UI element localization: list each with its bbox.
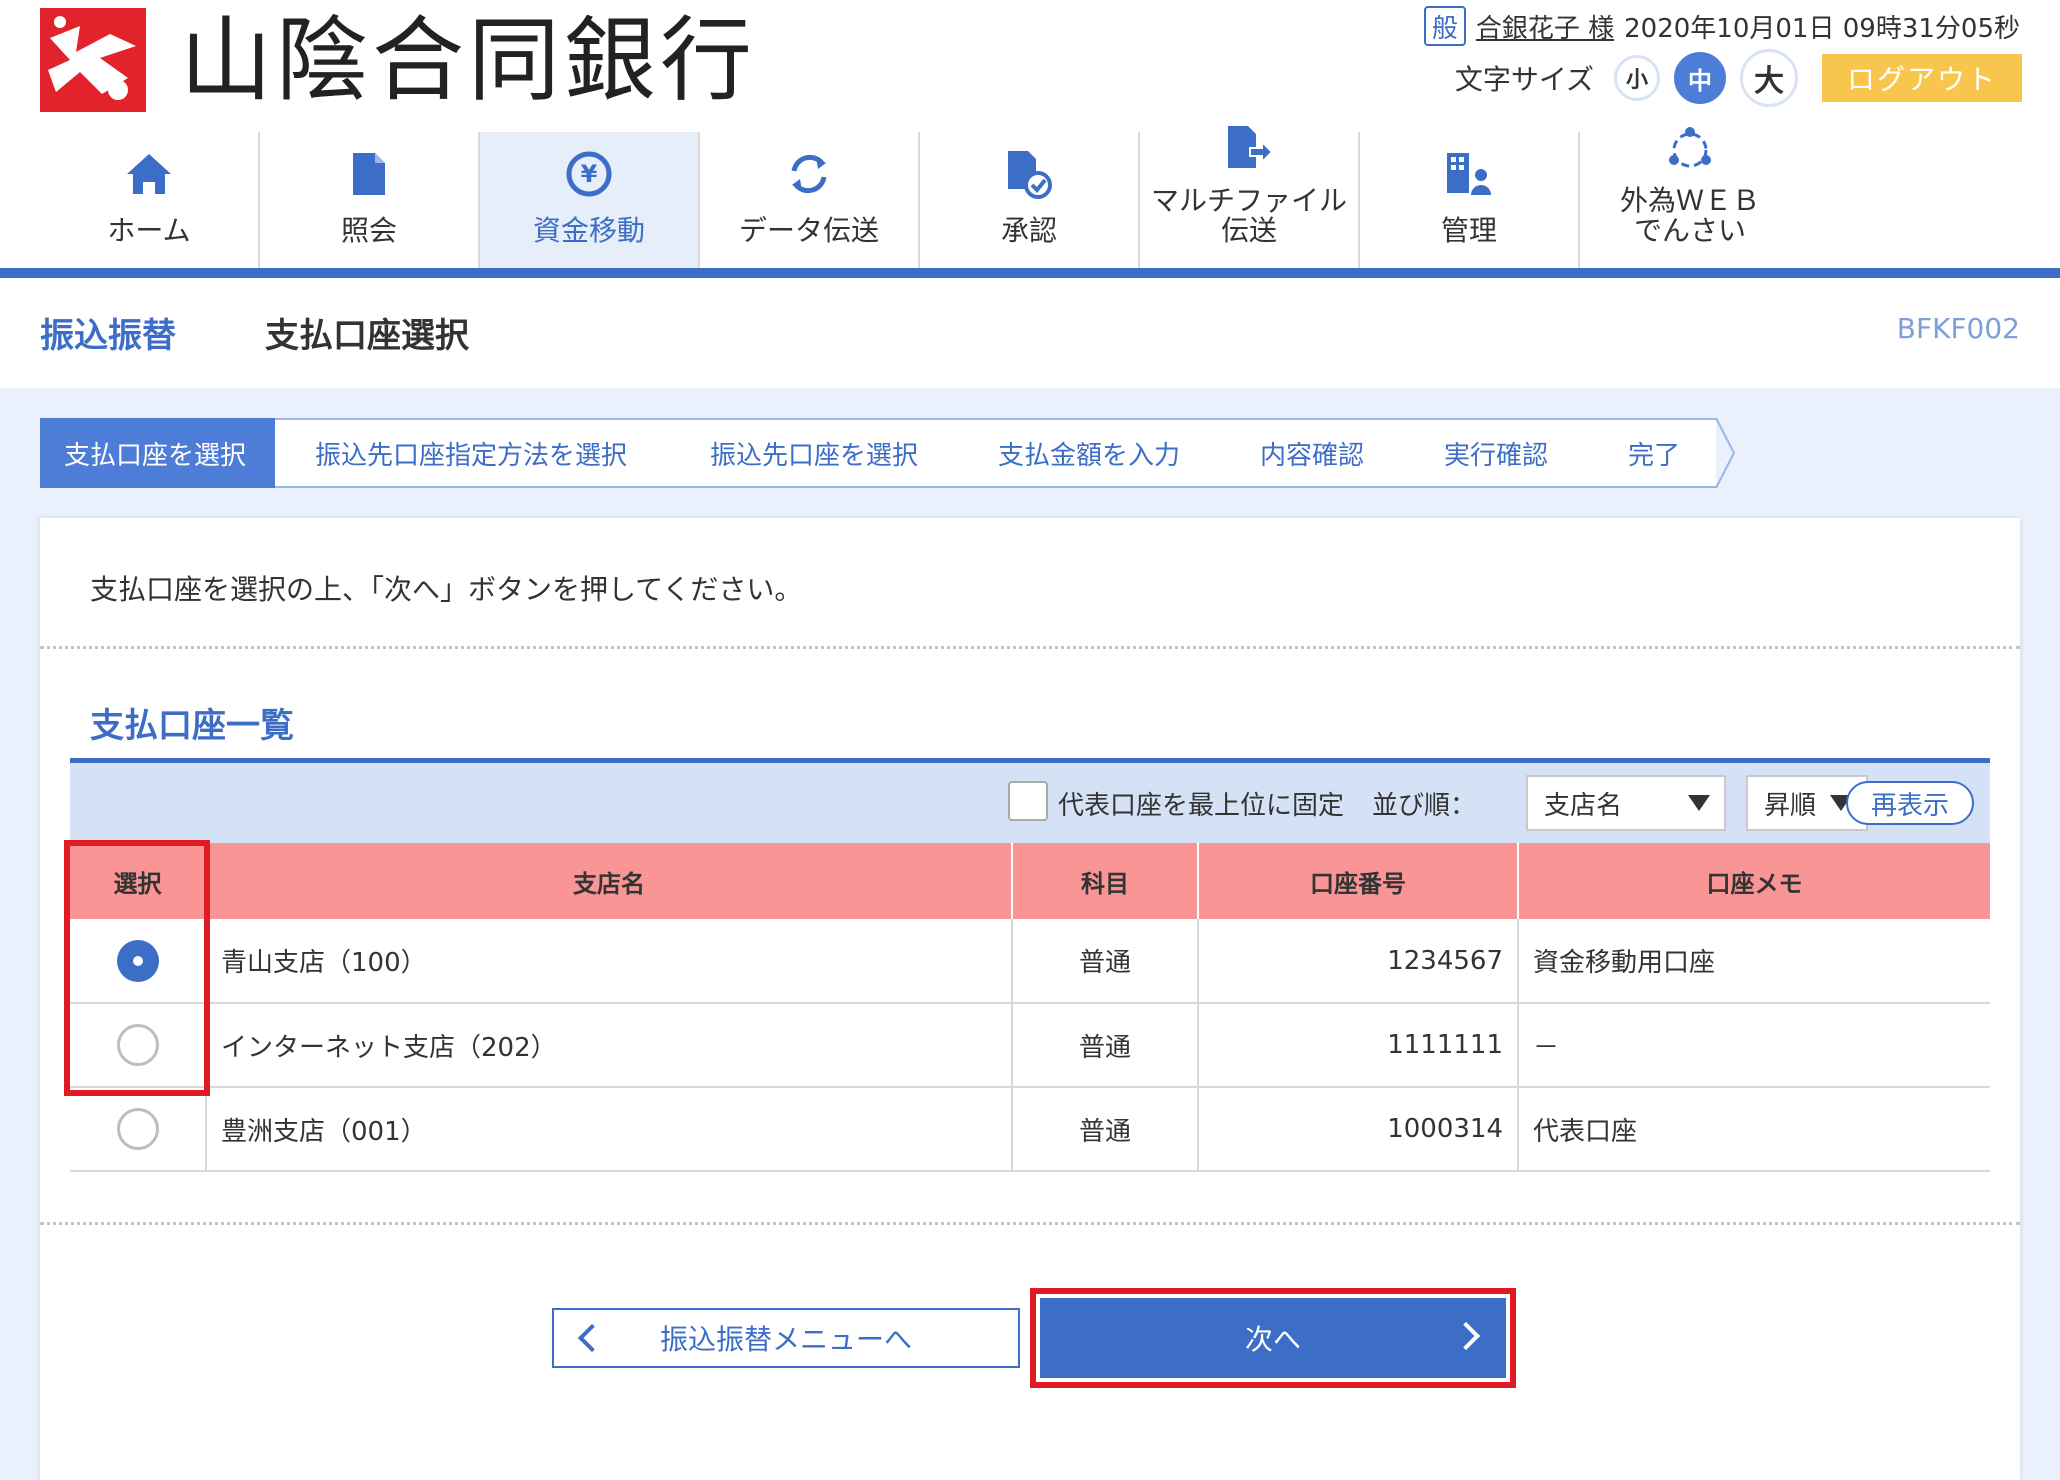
nav-home-label: ホーム	[107, 214, 191, 247]
bank-name: 山陰合同銀行	[180, 7, 757, 114]
yen-transfer-icon: ¥	[566, 151, 612, 197]
account-type: 普通	[1012, 919, 1199, 1004]
step-4: 支払金額を入力	[958, 418, 1220, 488]
network-icon	[1669, 127, 1711, 168]
account-number: 1000314	[1198, 1087, 1519, 1172]
col-memo: 口座メモ	[1518, 843, 1990, 919]
branch-name: インターネット支店（202）	[206, 1003, 1013, 1088]
nav-multifile-label: マルチファイル 伝送	[1150, 184, 1347, 247]
pin-representative-label: 代表口座を最上位に固定	[1058, 791, 1345, 821]
nav-fund-transfer[interactable]: ¥ 資金移動	[480, 132, 700, 268]
step-2: 振込先口座指定方法を選択	[275, 418, 670, 488]
nav-inquiry[interactable]: 照会	[260, 132, 480, 268]
table-row[interactable]: インターネット支店（202） 普通 1111111 －	[70, 1003, 1990, 1088]
approve-document-icon	[1008, 151, 1052, 199]
nav-admin[interactable]: 管理	[1360, 132, 1580, 268]
pin-representative-checkbox[interactable]	[1008, 781, 1048, 821]
refresh-icon	[791, 154, 827, 194]
nav-approval[interactable]: 承認	[920, 132, 1140, 268]
branch-name: 青山支店（100）	[206, 919, 1013, 1004]
page-title: 振込振替	[40, 316, 176, 356]
page-title-row: 振込振替 支払口座選択 BFKF002	[0, 278, 2060, 388]
nav-multifile[interactable]: マルチファイル 伝送	[1140, 126, 1360, 268]
sort-label: 並び順：	[1372, 791, 1477, 821]
file-send-icon	[1228, 126, 1272, 168]
svg-text:¥: ¥	[581, 160, 598, 188]
step-3: 振込先口座を選択	[670, 418, 958, 488]
account-number: 1234567	[1198, 919, 1519, 1004]
next-button[interactable]: 次へ	[1040, 1298, 1506, 1378]
chevron-left-icon	[577, 1323, 607, 1353]
step-5: 内容確認	[1220, 418, 1404, 488]
account-type: 普通	[1012, 1087, 1199, 1172]
user-kind-badge: 般	[1423, 6, 1466, 46]
redisplay-button[interactable]: 再表示	[1846, 781, 1974, 825]
bank-logo-icon	[40, 8, 146, 112]
nav-inquiry-label: 照会	[340, 214, 397, 247]
home-icon	[127, 154, 171, 194]
user-name-link[interactable]: 合銀花子 様	[1476, 8, 1614, 45]
nav-bar	[0, 268, 2060, 278]
divider	[40, 646, 2020, 649]
user-info: 般 合銀花子 様 2020年10月01日 09時31分05秒	[1423, 6, 2020, 46]
nav-approval-label: 承認	[1000, 214, 1057, 247]
account-memo: －	[1518, 1003, 1990, 1088]
font-large-button[interactable]: 大	[1740, 49, 1798, 107]
nav-data-transmission[interactable]: データ伝送	[700, 132, 920, 268]
account-type: 普通	[1012, 1003, 1199, 1088]
table-row[interactable]: 豊洲支店（001） 普通 1000314 代表口座	[70, 1087, 1990, 1172]
account-memo: 資金移動用口座	[1518, 919, 1990, 1004]
divider	[40, 1222, 2020, 1225]
main-card: 支払口座を選択の上、「次へ」ボタンを押してください。 支払口座一覧 代表口座を最…	[40, 518, 2020, 1480]
step-1: 支払口座を選択	[40, 418, 275, 488]
branch-name: 豊洲支店（001）	[206, 1087, 1013, 1172]
next-button-label: 次へ	[1244, 1323, 1301, 1356]
nav-admin-label: 管理	[1440, 214, 1497, 247]
step-7: 完了	[1588, 418, 1716, 488]
font-size-controls: 文字サイズ 小 中 大 ログアウト	[1454, 49, 2022, 107]
login-datetime: 2020年10月01日 09時31分05秒	[1624, 13, 2020, 44]
nav-data-transmission-label: データ伝送	[738, 214, 879, 247]
chevron-down-icon	[1688, 795, 1710, 811]
section-title: 支払口座一覧	[90, 706, 294, 746]
nav-home[interactable]: ホーム	[40, 132, 260, 268]
account-table: 選択 支店名 科目 口座番号 口座メモ 青山支店（100） 普通 1234567…	[70, 843, 1990, 1172]
font-medium-button[interactable]: 中	[1674, 52, 1726, 104]
account-memo: 代表口座	[1518, 1087, 1990, 1172]
font-size-label: 文字サイズ	[1454, 63, 1594, 96]
back-to-menu-button[interactable]: 振込振替メニューへ	[552, 1308, 1020, 1368]
table-header-row: 選択 支店名 科目 口座番号 口座メモ	[70, 843, 1990, 919]
document-icon	[353, 153, 385, 195]
chevron-right-icon	[1451, 1321, 1481, 1351]
sort-field-select[interactable]: 支店名	[1526, 775, 1726, 831]
admin-icon	[1447, 153, 1491, 195]
filter-bar: 代表口座を最上位に固定 並び順： 支店名 昇順 再表示	[70, 763, 1990, 843]
back-button-label: 振込振替メニューへ	[659, 1323, 912, 1356]
table-row[interactable]: 青山支店（100） 普通 1234567 資金移動用口座	[70, 919, 1990, 1004]
global-nav: ホーム 照会 ¥ 資金移動 データ伝送 承認 マルチファイル 伝送 管理 外為Ｗ…	[40, 126, 1800, 268]
font-small-button[interactable]: 小	[1614, 55, 1660, 101]
select-column-highlight	[64, 840, 210, 1096]
screen-id: BFKF002	[1896, 312, 2020, 345]
sort-order-value: 昇順	[1764, 790, 1817, 821]
nav-foreign-exchange-label: 外為ＷＥＢ でんさい	[1619, 184, 1760, 247]
sort-field-value: 支店名	[1544, 790, 1623, 821]
account-radio[interactable]	[116, 1108, 159, 1150]
nav-fund-transfer-label: 資金移動	[532, 214, 645, 247]
step-indicator: 支払口座を選択 振込先口座指定方法を選択 振込先口座を選択 支払金額を入力 内容…	[40, 418, 1736, 488]
logout-button[interactable]: ログアウト	[1822, 54, 2022, 102]
instruction-text: 支払口座を選択の上、「次へ」ボタンを押してください。	[90, 573, 803, 606]
col-branch: 支店名	[206, 843, 1013, 919]
col-account-number: 口座番号	[1198, 843, 1519, 919]
step-6: 実行確認	[1404, 418, 1588, 488]
nav-foreign-exchange[interactable]: 外為ＷＥＢ でんさい	[1580, 127, 1800, 268]
account-number: 1111111	[1198, 1003, 1519, 1088]
page-subtitle: 支払口座選択	[265, 316, 469, 356]
header: 山陰合同銀行 般 合銀花子 様 2020年10月01日 09時31分05秒 文字…	[0, 0, 2060, 132]
col-type: 科目	[1012, 843, 1199, 919]
